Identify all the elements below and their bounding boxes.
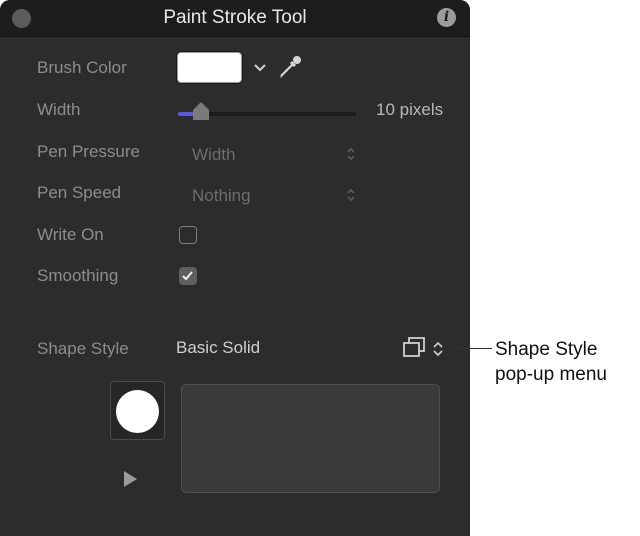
shape-style-popup-arrows[interactable] [432, 340, 444, 363]
pen-speed-popup[interactable]: Nothing [192, 186, 251, 206]
shape-library-icon[interactable] [402, 336, 426, 363]
shape-style-label: Shape Style [37, 339, 129, 358]
callout-line-1: Shape Style [495, 339, 598, 360]
brush-color-label: Brush Color [37, 58, 127, 77]
smoothing-label: Smoothing [37, 266, 119, 285]
width-value: 10 pixels [376, 100, 444, 119]
callout-line-2: pop-up menu [495, 364, 607, 385]
title-bar: Paint Stroke Tool i [0, 0, 470, 37]
chevron-down-icon[interactable] [253, 60, 267, 76]
info-icon[interactable]: i [437, 8, 456, 27]
eyedropper-icon[interactable] [277, 54, 303, 85]
write-on-checkbox[interactable] [179, 226, 197, 244]
pen-speed-label: Pen Speed [37, 183, 122, 202]
play-icon[interactable] [124, 471, 137, 487]
smoothing-checkbox[interactable] [179, 267, 197, 285]
shape-preview [110, 381, 165, 440]
popup-arrows-icon[interactable] [346, 187, 356, 203]
width-label: Width [37, 100, 81, 119]
pen-pressure-label: Pen Pressure [37, 142, 140, 161]
paint-stroke-tool-hud: Paint Stroke Tool i Brush Color Width 10… [0, 0, 470, 536]
window-title: Paint Stroke Tool [163, 7, 307, 28]
pen-pressure-popup[interactable]: Width [192, 145, 235, 165]
popup-arrows-icon[interactable] [346, 146, 356, 162]
callout-line [452, 348, 492, 349]
brush-preview-circle [116, 390, 159, 433]
shape-style-value: Basic Solid [176, 338, 261, 357]
brush-color-swatch[interactable] [177, 52, 242, 83]
shape-style-description-box [181, 384, 440, 493]
width-slider-knob[interactable] [193, 102, 209, 120]
write-on-label: Write On [37, 225, 104, 244]
checkmark-icon [182, 271, 193, 281]
callout-label: Shape Style pop-up menu [495, 337, 607, 387]
